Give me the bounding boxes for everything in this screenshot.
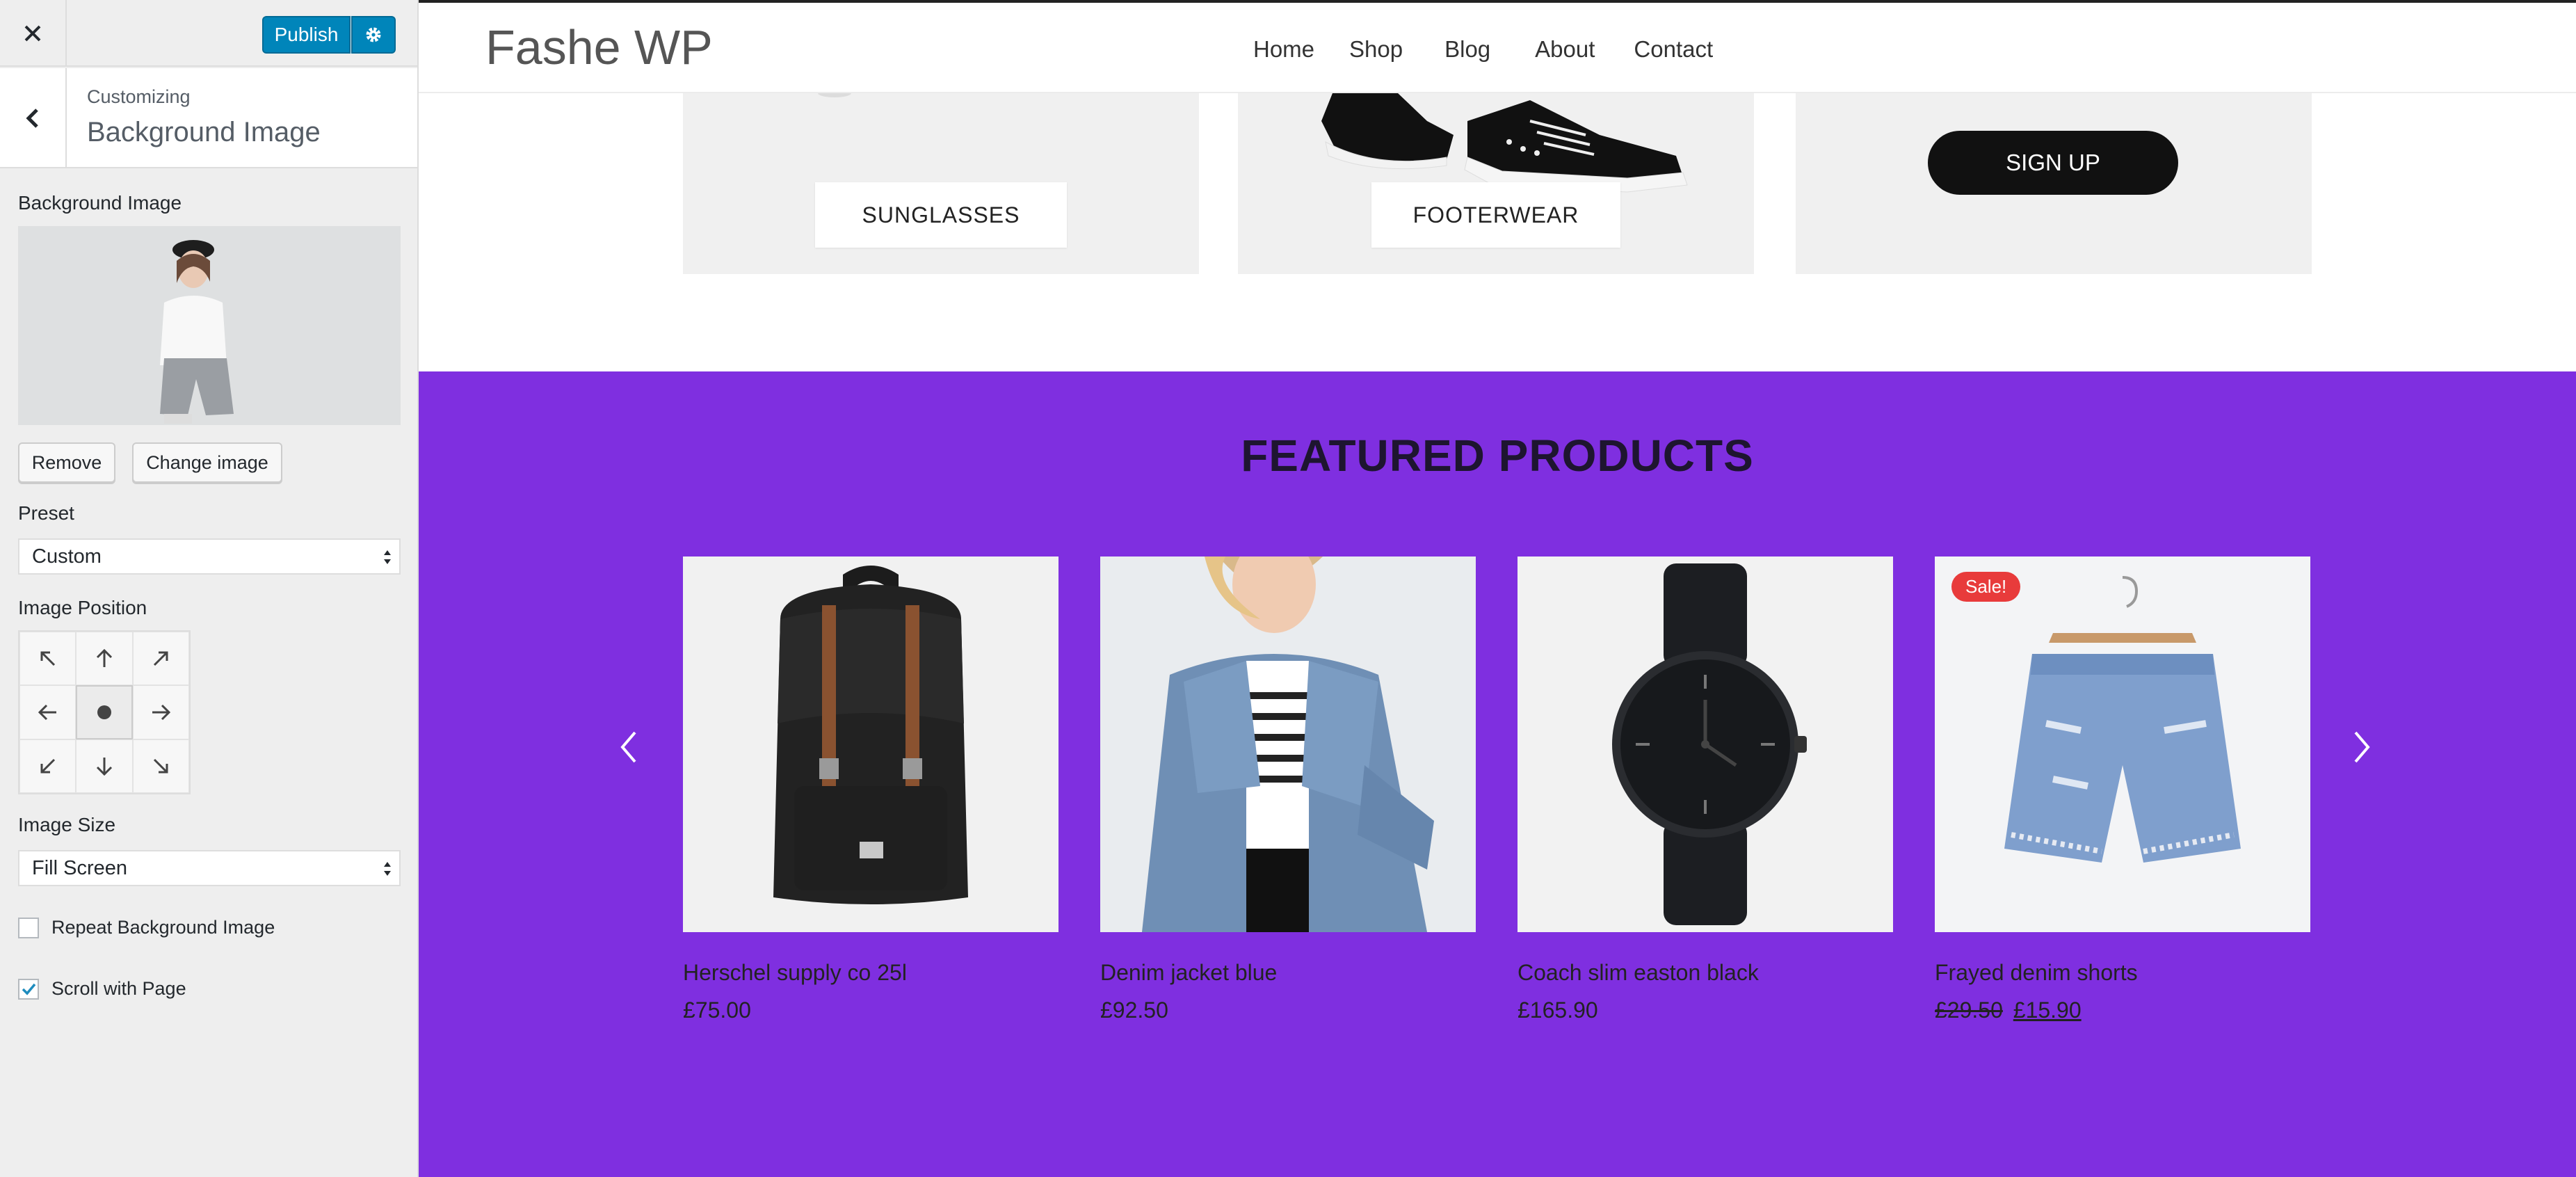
preset-select[interactable]: Custom [18,538,401,575]
product-price: £165.90 [1518,998,1598,1023]
arrow-right-icon [152,704,171,721]
publish-settings-button[interactable] [351,16,396,54]
nav-contact[interactable]: Contact [1634,36,1713,63]
repeat-background-label: Repeat Background Image [51,917,275,938]
background-image-label: Background Image [18,192,182,214]
image-size-select-value: Fill Screen [32,856,127,879]
category-button-sunglasses[interactable]: SUNGLASSES [815,182,1067,248]
denim-shorts-image [1935,557,2310,932]
image-size-select[interactable]: Fill Screen [18,850,401,886]
product-image-denim-jacket[interactable] [1100,557,1476,932]
close-icon [24,25,41,42]
arrow-up-icon [96,648,113,667]
gear-icon [366,27,381,42]
customizing-label: Customizing [87,86,191,107]
featured-products-title: FEATURED PRODUCTS [1241,431,1754,481]
product-price: £75.00 [683,998,751,1023]
arrow-down-right-icon [154,759,168,774]
preset-label: Preset [18,502,74,524]
arrow-up-right-icon [154,651,168,666]
woman-photo-thumbnail [18,226,401,425]
product-name[interactable]: Frayed denim shorts [1935,960,2138,986]
image-size-label: Image Size [18,814,116,835]
section-header: Customizing Background Image [0,68,417,168]
select-arrows-icon [384,862,391,876]
scroll-with-page-checkbox[interactable] [18,978,39,1000]
position-top-left[interactable] [19,632,77,686]
site-preview: SUNGLASSES FOOTERWEAR SIGN UP Fashe WP H… [419,0,2576,1177]
select-arrows-icon [384,550,391,564]
back-button[interactable] [0,68,67,168]
product-name[interactable]: Herschel supply co 25l [683,960,907,986]
checkmark-icon [22,983,36,995]
featured-products-section: FEATURED PRODUCTS Herschel supply co 25l [419,371,2576,1177]
change-image-button[interactable]: Change image [132,442,282,483]
product-image-watch[interactable] [1518,557,1893,932]
product-price: £92.50 [1100,998,1168,1023]
product-image-denim-shorts[interactable]: Sale! [1935,557,2310,932]
remove-image-button[interactable]: Remove [18,442,115,483]
carousel-prev-button[interactable] [608,719,650,775]
nav-about[interactable]: About [1535,36,1595,63]
position-top-right[interactable] [132,632,189,686]
position-bottom-center[interactable] [76,739,133,793]
position-center[interactable] [76,685,133,739]
position-top-center[interactable] [76,632,133,686]
scroll-with-page-option: Scroll with Page [18,978,186,1000]
position-bottom-left[interactable] [19,739,77,793]
chevron-left-icon [620,731,636,763]
main-nav: Home Shop Blog About Contact [1253,36,1713,63]
nav-shop[interactable]: Shop [1349,36,1403,63]
chevron-left-icon [26,109,38,128]
backpack-image [683,557,1058,932]
nav-blog[interactable]: Blog [1444,36,1490,63]
publish-button[interactable]: Publish [262,16,351,54]
product-name[interactable]: Coach slim easton black [1518,960,1759,986]
scroll-with-page-label: Scroll with Page [51,978,186,999]
category-button-footwear[interactable]: FOOTERWEAR [1371,182,1620,248]
customizer-toolbar: Publish [0,0,417,67]
carousel-next-button[interactable] [2341,719,2383,775]
image-position-label: Image Position [18,597,147,618]
product-sale-price: £15.90 [2013,998,2082,1023]
product-price-sale: £29.50 £15.90 [1935,998,2082,1023]
site-header: Fashe WP Home Shop Blog About Contact [419,0,2576,93]
chevron-right-icon [2354,731,2370,763]
product-old-price: £29.50 [1935,998,2003,1023]
arrow-up-left-icon [40,651,55,666]
sale-badge: Sale! [1951,572,2021,602]
sunglasses-image-partial [818,93,851,97]
site-logo[interactable]: Fashe WP [485,19,713,75]
repeat-background-checkbox[interactable] [18,917,39,938]
customizer-sidebar: Publish Customizing Background Image Bac… [0,0,419,1177]
product-image-backpack[interactable] [683,557,1058,932]
repeat-background-option: Repeat Background Image [18,917,275,938]
arrow-left-icon [38,704,56,721]
signup-button[interactable]: SIGN UP [1928,131,2178,195]
background-image-preview[interactable] [18,226,401,425]
section-title: Background Image [87,117,321,147]
arrow-down-left-icon [40,759,55,774]
dot-icon [97,705,111,719]
position-center-left[interactable] [19,685,77,739]
preset-select-value: Custom [32,545,102,568]
product-name[interactable]: Denim jacket blue [1100,960,1277,986]
position-bottom-right[interactable] [132,739,189,793]
position-center-right[interactable] [132,685,189,739]
arrow-down-icon [96,758,113,776]
denim-jacket-image [1100,557,1476,932]
watch-image [1518,557,1893,932]
image-position-grid [18,630,191,794]
nav-home[interactable]: Home [1253,36,1314,63]
close-customizer-button[interactable] [0,0,67,67]
